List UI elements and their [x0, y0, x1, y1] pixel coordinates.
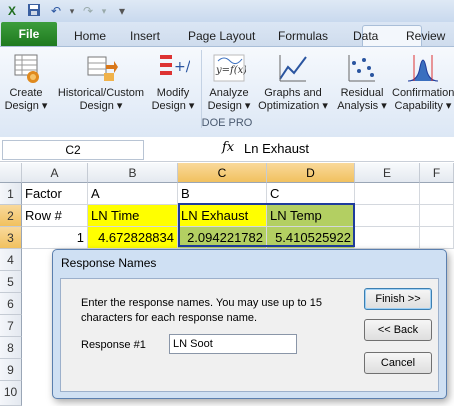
column-header-d[interactable]: D: [267, 163, 355, 183]
graphs-label1: Graphs and: [264, 87, 322, 99]
name-box[interactable]: C2: [2, 140, 144, 160]
svg-text:y=f(x): y=f(x): [215, 65, 246, 76]
cell-e1[interactable]: [355, 183, 420, 205]
cancel-button[interactable]: Cancel: [364, 352, 432, 374]
row-header-3[interactable]: 3: [0, 227, 22, 249]
cell-d1[interactable]: C: [267, 183, 355, 205]
cell-f2[interactable]: [420, 205, 454, 227]
formula-input[interactable]: Ln Exhaust: [244, 141, 309, 156]
row-header-10[interactable]: 10: [0, 381, 22, 406]
response-names-dialog: Response Names Enter the response names.…: [52, 249, 447, 399]
back-button[interactable]: << Back: [364, 319, 432, 341]
cell-a3[interactable]: 1: [22, 227, 88, 249]
select-all-corner[interactable]: [0, 163, 22, 183]
title-bar: X ↶ ▾ ↷ ▾ ▾: [0, 0, 454, 22]
cell-b1[interactable]: A: [88, 183, 178, 205]
response-1-label: Response #1: [81, 339, 146, 351]
cell-c3[interactable]: 2.094221782: [178, 227, 267, 249]
create-design-label1: Create: [9, 87, 43, 99]
column-header-f[interactable]: F: [420, 163, 454, 183]
modify-design-icon: +/-: [160, 55, 190, 75]
tab-home[interactable]: Home: [74, 26, 106, 46]
tab-file[interactable]: File: [1, 22, 57, 46]
tab-insert[interactable]: Insert: [130, 26, 160, 46]
response-1-input[interactable]: [169, 334, 297, 354]
cell-a1[interactable]: Factor: [22, 183, 88, 205]
residual-label2: Analysis ▾: [337, 100, 387, 112]
ribbon-group-label: DOE PRO: [201, 117, 253, 129]
redo-dropdown-icon[interactable]: ▾: [96, 3, 112, 19]
cell-d2[interactable]: LN Temp: [267, 205, 355, 227]
historical-design-icon: [87, 56, 118, 81]
finish-button[interactable]: Finish >>: [364, 288, 432, 310]
residual-label1: Residual: [340, 87, 384, 99]
residual-analysis-button[interactable]: Residual Analysis ▾: [334, 51, 390, 113]
ribbon: Create Design ▾ Historical/Custom Design…: [0, 46, 454, 138]
modify-design-button[interactable]: +/- Modify Design ▾: [150, 51, 196, 113]
tab-page-layout[interactable]: Page Layout: [188, 26, 255, 46]
excel-logo-icon: X: [7, 4, 16, 18]
cell-e3[interactable]: [355, 227, 420, 249]
cell-c2[interactable]: LN Exhaust: [178, 205, 267, 227]
cell-c1[interactable]: B: [178, 183, 267, 205]
row-header-2[interactable]: 2: [0, 205, 22, 227]
cell-d3[interactable]: 5.410525922: [267, 227, 355, 249]
historical-design-label1: Historical/Custom: [57, 87, 145, 99]
dialog-body: Enter the response names. You may use up…: [60, 278, 439, 392]
undo-dropdown-icon[interactable]: ▾: [64, 3, 80, 19]
tab-review[interactable]: Review: [406, 26, 445, 46]
column-header-b[interactable]: B: [88, 163, 178, 183]
analyze-design-button[interactable]: y=f(x) Analyze Design ▾: [206, 51, 252, 113]
cell-a2[interactable]: Row #: [22, 205, 88, 227]
historical-custom-design-button[interactable]: Historical/Custom Design ▾: [54, 51, 148, 113]
row-header-7[interactable]: 7: [0, 315, 22, 337]
fx-icon[interactable]: fx: [222, 140, 234, 155]
historical-design-label2: Design ▾: [79, 100, 123, 112]
modify-design-label2: Design ▾: [151, 100, 195, 112]
analyze-design-icon: y=f(x): [213, 54, 246, 82]
confirmation-label2: Capability ▾: [394, 100, 452, 112]
graphs-label2: Optimization ▾: [258, 100, 328, 112]
row-header-1[interactable]: 1: [0, 183, 22, 205]
confirmation-capability-button[interactable]: Confirmation Capability ▾: [392, 51, 454, 113]
row-header-5[interactable]: 5: [0, 271, 22, 293]
customize-toolbar-icon[interactable]: ▾: [114, 3, 130, 19]
create-design-button[interactable]: Create Design ▾: [4, 51, 48, 113]
confirmation-icon: [407, 55, 439, 82]
undo-icon[interactable]: ↶: [48, 3, 64, 19]
modify-design-label1: Modify: [156, 87, 190, 99]
dialog-instructions: Enter the response names. You may use up…: [81, 297, 322, 324]
analyze-design-label2: Design ▾: [207, 100, 251, 112]
column-header-a[interactable]: A: [22, 163, 88, 183]
cell-f3[interactable]: [420, 227, 454, 249]
graphs-optimization-button[interactable]: Graphs and Optimization ▾: [258, 51, 328, 113]
column-header-e[interactable]: E: [355, 163, 420, 183]
save-icon[interactable]: [26, 3, 42, 19]
confirmation-label1: Confirmation: [392, 87, 454, 99]
cell-b2[interactable]: LN Time: [88, 205, 178, 227]
column-header-c[interactable]: C: [178, 163, 267, 183]
cell-f1[interactable]: [420, 183, 454, 205]
residual-icon: [348, 55, 375, 82]
tab-data[interactable]: Data: [353, 26, 378, 46]
dialog-title: Response Names: [61, 256, 157, 270]
row-header-6[interactable]: 6: [0, 293, 22, 315]
cell-b3[interactable]: 4.672828834: [88, 227, 178, 249]
ribbon-separator: [201, 50, 202, 128]
analyze-design-label1: Analyze: [209, 87, 249, 99]
row-header-4[interactable]: 4: [0, 249, 22, 271]
create-design-icon: [14, 54, 39, 83]
create-design-label2: Design ▾: [4, 100, 48, 112]
cell-e2[interactable]: [355, 205, 420, 227]
redo-icon[interactable]: ↷: [80, 3, 96, 19]
tab-formulas[interactable]: Formulas: [278, 26, 328, 46]
row-header-9[interactable]: 9: [0, 359, 22, 381]
graphs-icon: [279, 55, 307, 82]
svg-text:+/-: +/-: [174, 59, 190, 75]
row-header-8[interactable]: 8: [0, 337, 22, 359]
